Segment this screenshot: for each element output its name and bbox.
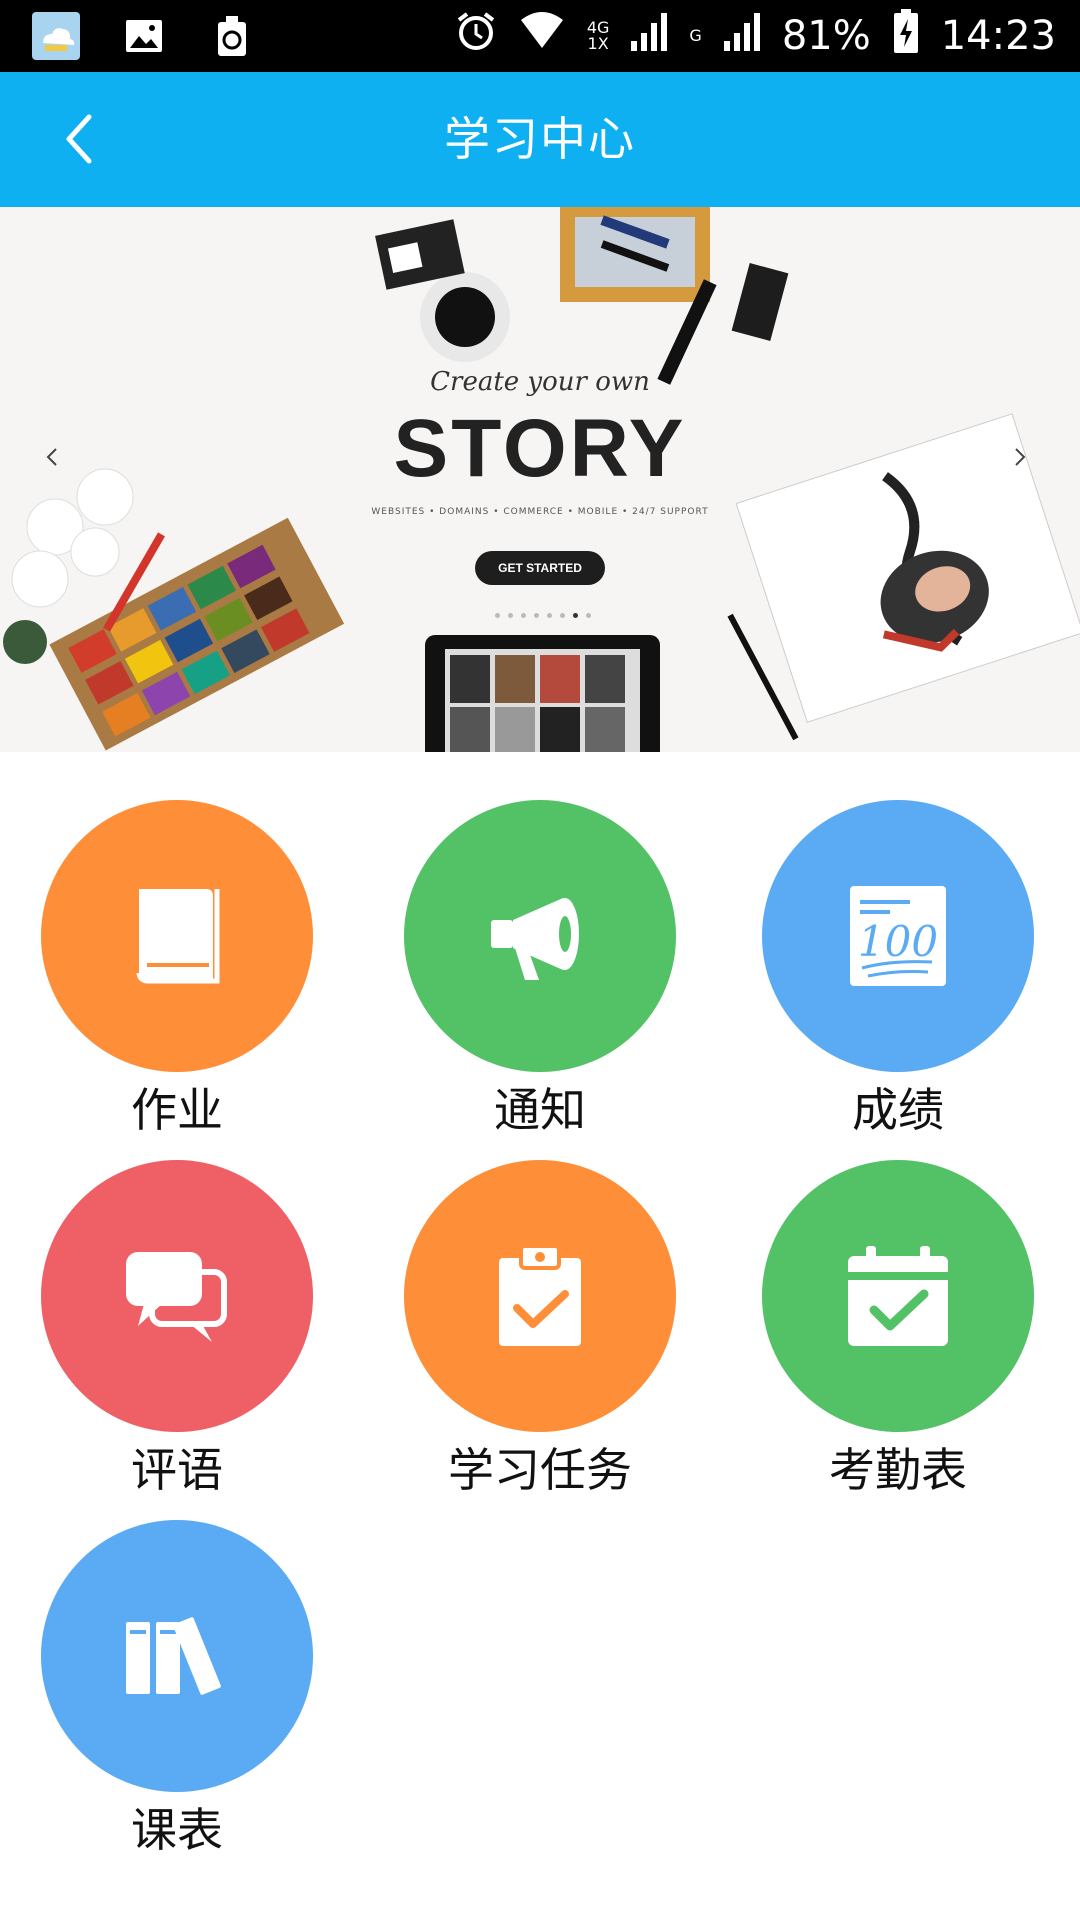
banner-subtitle: Create your own [430,367,650,397]
menu-label: 考勤表 [829,1443,967,1497]
signal-icon-2 [723,11,760,61]
menu-item-timetable[interactable]: 课表 [27,1520,327,1860]
chat-bubbles-icon [126,1252,227,1342]
wifi-icon [519,12,565,60]
menu-label: 课表 [131,1803,223,1857]
menu-icon-circle[interactable] [41,800,313,1072]
carousel-dot[interactable] [534,613,539,618]
carousel-dot[interactable] [586,613,591,618]
score-100-icon: 100 [850,886,946,986]
menu-icon-circle[interactable]: 100 [762,800,1034,1072]
menu-label: 通知 [494,1083,586,1137]
get-started-button[interactable]: GET STARTED [475,551,605,585]
network-type-g: G [689,26,702,45]
banner-tags: WEBSITES • DOMAINS • COMMERCE • MOBILE •… [371,507,709,517]
menu-label: 评语 [131,1443,223,1497]
status-bar: 4G 1X G 81% 14:23 [0,0,1080,72]
menu-item-notice[interactable]: 通知 [390,800,690,1140]
carousel-dot[interactable] [560,613,565,618]
cloud-app-icon [30,10,82,62]
carousel-next-icon[interactable] [1010,447,1030,467]
menu-label: 学习任务 [448,1443,632,1497]
carousel-dot[interactable] [521,613,526,618]
svg-text:100: 100 [858,917,938,966]
banner-title: STORY [393,403,687,494]
carousel-dot-active[interactable] [573,613,578,618]
carousel-dot[interactable] [508,613,513,618]
page-title: 学习中心 [444,112,636,166]
network-type-4g: 4G 1X [586,18,610,53]
carousel-dot[interactable] [547,613,552,618]
image-icon [118,10,170,62]
carousel-dot[interactable] [495,613,500,618]
menu-item-homework[interactable]: 作业 [27,800,327,1140]
signal-icon [631,11,668,61]
menu-item-comments[interactable]: 评语 [27,1160,327,1500]
clipboard-check-icon [499,1244,581,1346]
battery-percent: 81% [781,13,871,59]
calendar-check-icon [848,1246,948,1346]
recycle-icon [206,10,258,62]
menu-label: 成绩 [852,1083,944,1137]
menu-icon-circle[interactable] [404,1160,676,1432]
clock: 14:23 [940,13,1056,59]
menu-icon-circle[interactable] [762,1160,1034,1432]
menu-item-attendance[interactable]: 考勤表 [748,1160,1048,1500]
menu-icon-circle[interactable] [41,1160,313,1432]
menu-icon-circle[interactable] [404,800,676,1072]
alarm-icon [455,10,497,62]
carousel-prev-icon[interactable] [42,447,62,467]
megaphone-icon [491,898,579,980]
menu-item-scores[interactable]: 100 成绩 [748,800,1048,1140]
carousel-indicators [495,613,591,618]
battery-charging-icon [893,9,919,63]
promo-banner[interactable]: Create your own STORY WEBSITES • DOMAINS… [0,207,1080,752]
menu-icon-circle[interactable] [41,1520,313,1792]
app-bar: 学习中心 [0,72,1080,207]
book-icon [136,889,220,984]
menu-label: 作业 [131,1083,223,1137]
menu-item-study-tasks[interactable]: 学习任务 [390,1160,690,1500]
books-icon [126,1617,221,1695]
